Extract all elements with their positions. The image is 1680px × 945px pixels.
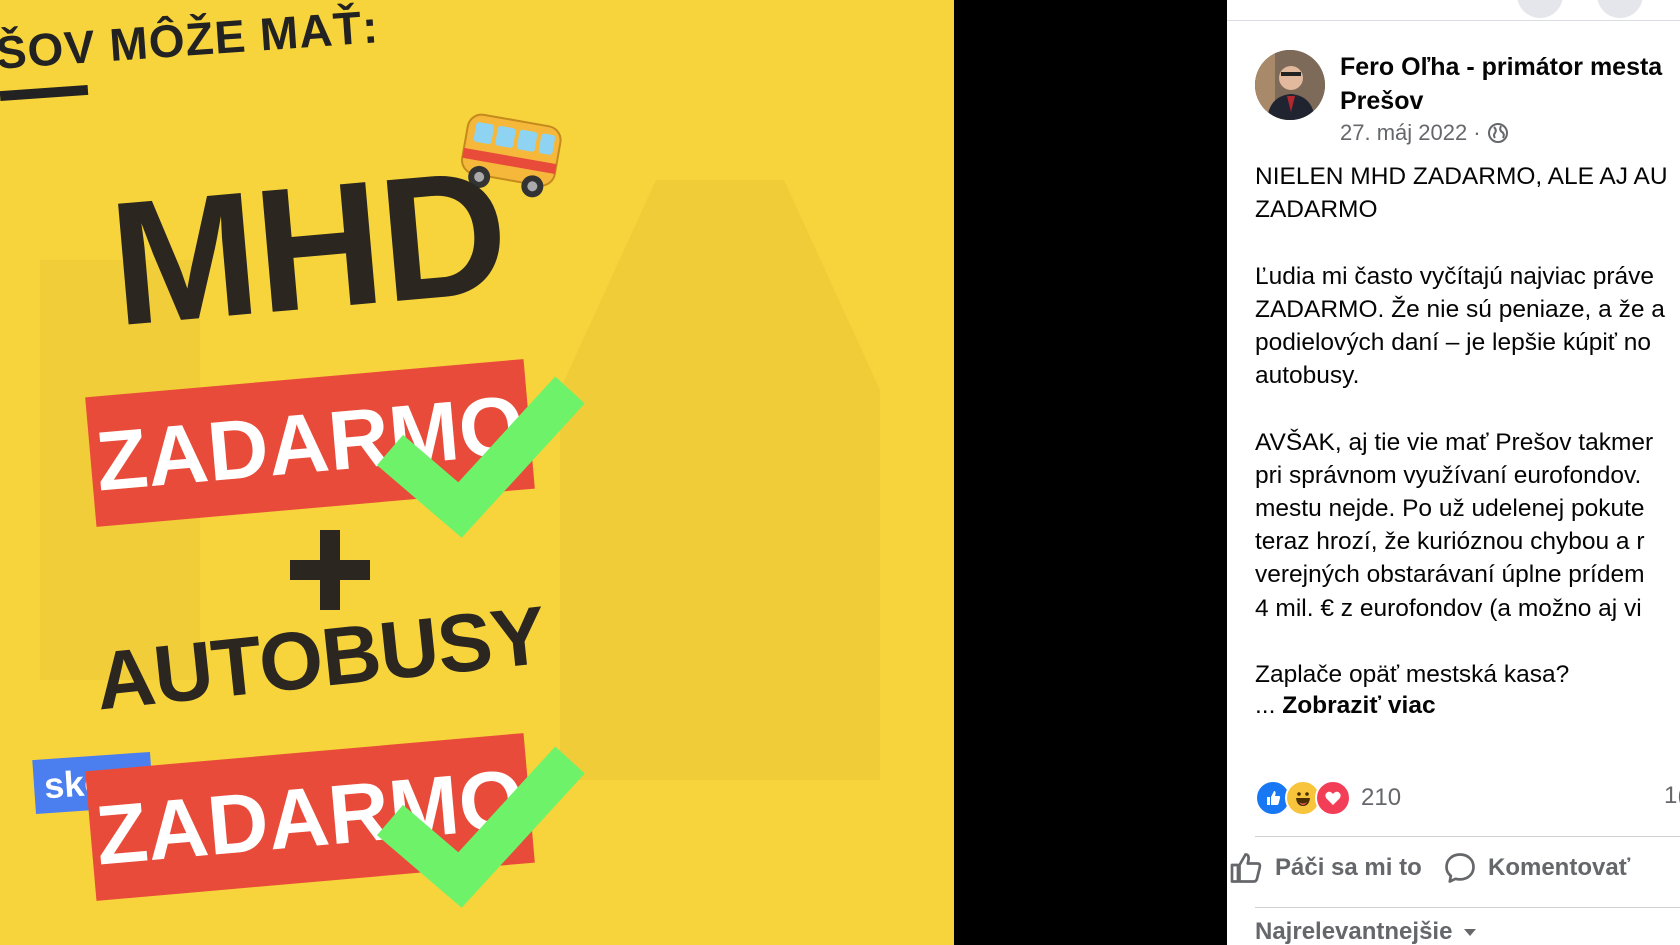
post-meta: 27. máj 2022 ·	[1340, 120, 1509, 146]
headline-underline	[0, 84, 89, 102]
comment-icon	[1445, 853, 1475, 883]
post-date[interactable]: 27. máj 2022 ·	[1340, 120, 1481, 146]
author-avatar[interactable]	[1255, 50, 1325, 120]
post-panel: Fero Oľha - primátor mesta Prešov 27. má…	[1227, 0, 1680, 945]
comment-button-label: Komentovať	[1488, 854, 1631, 881]
post-text: NIELEN MHD ZADARMO, ALE AJ AU ZADARMO Ľu…	[1255, 163, 1668, 689]
love-reaction-icon	[1315, 780, 1351, 816]
sort-label: Najrelevantnejšie	[1255, 918, 1453, 945]
reactions-summary[interactable]: 210	[1255, 780, 1401, 816]
thumbs-up-icon	[1230, 853, 1262, 883]
see-more-link[interactable]: Zobraziť viac	[1282, 692, 1435, 719]
see-more-prefix: ...	[1255, 692, 1283, 719]
comment-button[interactable]: Komentovať	[1442, 850, 1630, 886]
see-more: ... Zobraziť viac	[1255, 692, 1436, 720]
like-button[interactable]: Páči sa mi to	[1229, 850, 1422, 886]
post-author[interactable]: Fero Oľha - primátor mesta Prešov	[1340, 50, 1680, 118]
check-icon	[376, 376, 585, 538]
top-circle-button[interactable]	[1597, 0, 1643, 18]
reaction-count: 210	[1361, 784, 1402, 811]
image-headline: ŠOV MÔŽE MAŤ:	[0, 0, 381, 79]
comment-sort-dropdown[interactable]: Najrelevantnejšie	[1255, 918, 1478, 945]
plus-icon	[290, 530, 370, 610]
mhd-text: MHD	[103, 133, 514, 364]
top-circle-button[interactable]	[1517, 0, 1563, 18]
like-button-label: Páči sa mi to	[1275, 854, 1422, 881]
comment-count[interactable]: 1(	[1664, 782, 1680, 810]
post-image[interactable]: ŠOV MÔŽE MAŤ: MHD ZADARMO AUTOBUSY skoro…	[0, 0, 954, 945]
caret-down-icon	[1464, 929, 1477, 936]
panel-top-bar	[1227, 0, 1680, 21]
background-building	[560, 180, 880, 780]
globe-icon	[1487, 123, 1508, 143]
check-icon	[376, 746, 585, 908]
post-actions: Páči sa mi to Komentovať	[1227, 850, 1680, 896]
divider	[1255, 907, 1680, 908]
divider	[1255, 836, 1680, 837]
